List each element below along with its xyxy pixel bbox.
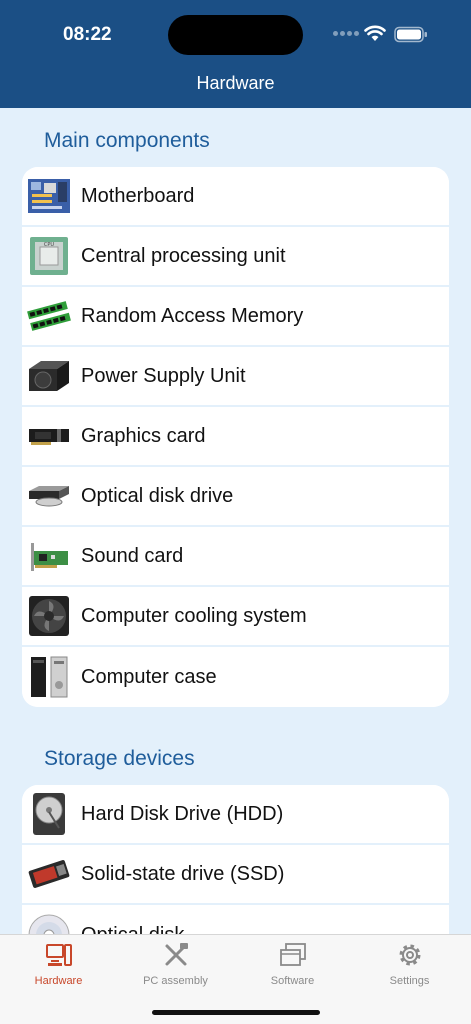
cellular-signal-icon — [333, 31, 359, 37]
gear-icon — [399, 944, 420, 966]
windows-icon — [279, 943, 306, 966]
list-item-graphics-card[interactable]: Graphics card — [22, 407, 449, 467]
list-item-ssd[interactable]: Solid-state drive (SSD) — [22, 845, 449, 905]
hardware-icon — [45, 944, 72, 966]
graphics-card-icon — [27, 414, 71, 458]
list-item-label: Central processing unit — [81, 244, 286, 267]
tab-settings[interactable]: Settings — [351, 941, 468, 1001]
list-item-sound-card[interactable]: Sound card — [22, 527, 449, 587]
svg-text:CPU: CPU — [44, 242, 55, 248]
list-item-label: Power Supply Unit — [81, 364, 246, 387]
tab-label: Hardware — [34, 975, 83, 987]
tab-label: Settings — [389, 975, 430, 987]
status-time: 08:22 — [63, 24, 112, 45]
list-item-label: Motherboard — [81, 184, 195, 207]
list-item-label: Random Access Memory — [81, 304, 304, 327]
section-title-storage-devices: Storage devices — [44, 747, 195, 770]
list-item-label: Solid-state drive (SSD) — [81, 862, 285, 885]
tab-software[interactable]: Software — [234, 941, 351, 1001]
list-item-label: Computer case — [81, 665, 217, 688]
list-item-label: Sound card — [81, 544, 184, 567]
tab-hardware[interactable]: Hardware — [0, 941, 117, 1001]
tab-label: PC assembly — [143, 975, 208, 987]
hdd-icon — [27, 792, 71, 836]
dynamic-island — [168, 15, 303, 55]
ram-icon — [27, 294, 71, 338]
list-item-label: Graphics card — [81, 424, 206, 447]
nav-header: 08:22 Hardware — [0, 0, 471, 108]
tools-icon — [165, 943, 188, 966]
motherboard-icon — [27, 174, 71, 218]
list-item-computer-case[interactable]: Computer case — [22, 647, 449, 707]
page-title: Hardware — [196, 73, 275, 93]
list-item-hdd[interactable]: Hard Disk Drive (HDD) — [22, 785, 449, 845]
list-item-label: Optical disk drive — [81, 484, 234, 507]
list-item-optical-drive[interactable]: Optical disk drive — [22, 467, 449, 527]
list-item-cpu[interactable]: CPU Central processing unit — [22, 227, 449, 287]
optical-drive-icon — [27, 474, 71, 518]
psu-icon — [27, 354, 71, 398]
home-indicator — [152, 1010, 320, 1015]
list-item-label: Hard Disk Drive (HDD) — [81, 802, 284, 825]
sound-card-icon — [27, 534, 71, 578]
wifi-icon — [364, 25, 386, 41]
main-components-list: Motherboard CPU Central processing unit — [22, 167, 449, 707]
list-item-label: Computer cooling system — [81, 604, 307, 627]
cooling-fan-icon — [27, 594, 71, 638]
tab-pc-assembly[interactable]: PC assembly — [117, 941, 234, 1001]
section-title-main-components: Main components — [44, 129, 210, 152]
list-item-psu[interactable]: Power Supply Unit — [22, 347, 449, 407]
battery-icon — [394, 26, 427, 43]
ssd-icon — [27, 852, 71, 896]
list-item-motherboard[interactable]: Motherboard — [22, 167, 449, 227]
list-item-ram[interactable]: Random Access Memory — [22, 287, 449, 347]
list-item-cooling-system[interactable]: Computer cooling system — [22, 587, 449, 647]
cpu-icon: CPU — [27, 234, 71, 278]
screen: 08:22 Hardware Main components Motherboa… — [0, 0, 471, 1024]
computer-case-icon — [27, 655, 71, 699]
tab-label: Software — [270, 975, 315, 987]
